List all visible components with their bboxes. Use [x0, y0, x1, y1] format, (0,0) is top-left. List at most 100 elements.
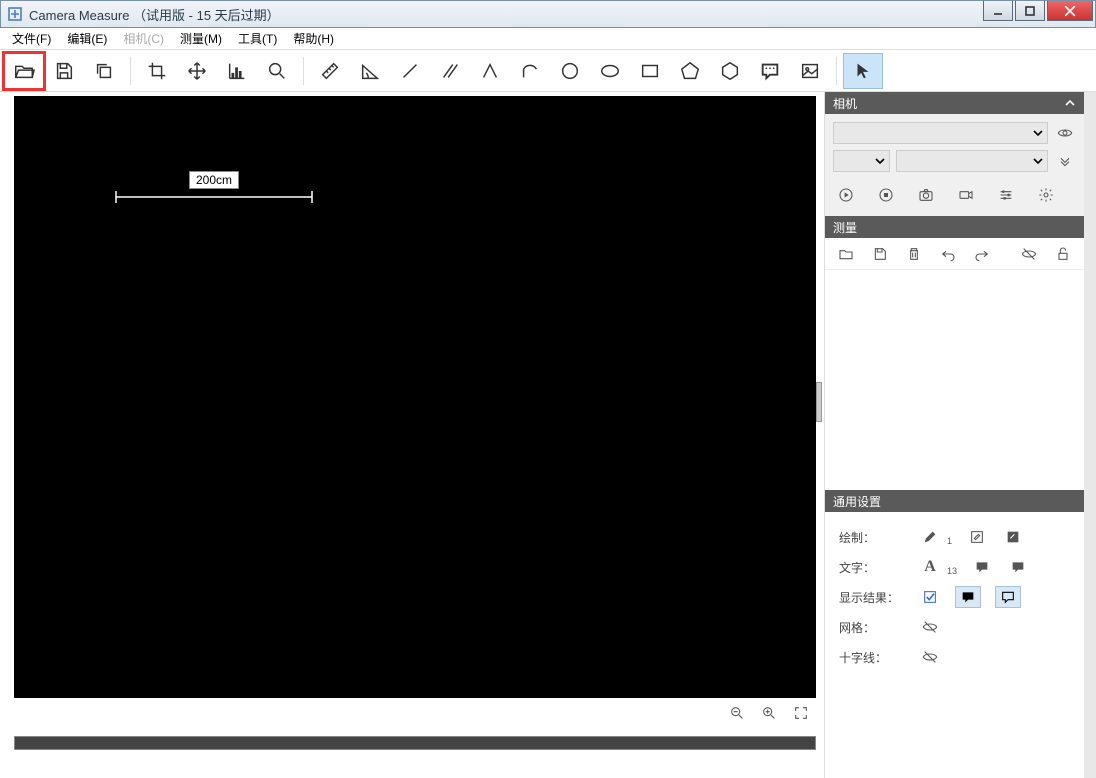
show-result-label: 显示结果： [839, 589, 919, 606]
measure-redo-button[interactable] [971, 243, 993, 265]
zoom-out-button[interactable] [726, 702, 748, 724]
sidebar-collapse-handle[interactable] [816, 382, 822, 422]
measure-save-button[interactable] [869, 243, 891, 265]
text-bubble-button[interactable] [971, 556, 993, 578]
show-result-checkbox[interactable] [919, 586, 941, 608]
measure-unlock-button[interactable] [1052, 243, 1074, 265]
canvas-zoom-controls [726, 702, 812, 724]
settings-button[interactable] [1035, 184, 1057, 206]
ruler-button[interactable] [310, 53, 350, 89]
rectangle-button[interactable] [630, 53, 670, 89]
visibility-button[interactable] [1054, 122, 1076, 144]
histogram-button[interactable] [217, 53, 257, 89]
angle-button[interactable] [350, 53, 390, 89]
menu-tools[interactable]: 工具(T) [230, 28, 285, 49]
pentagon-button[interactable] [670, 53, 710, 89]
draw-size-value: 1 [947, 536, 952, 546]
measure-toolbar [825, 238, 1084, 270]
measure-panel-title: 测量 [833, 219, 857, 236]
measurement-label: 200cm [189, 171, 239, 189]
crosshair-label: 十字线： [839, 649, 919, 666]
menu-camera[interactable]: 相机(C) [115, 28, 172, 49]
sidebar: 相机 测量 [824, 92, 1084, 778]
fullscreen-button[interactable] [790, 702, 812, 724]
main-area: 200cm 相机 [0, 92, 1096, 778]
maximize-button[interactable] [1015, 1, 1045, 21]
settings-panel-title: 通用设置 [833, 493, 881, 510]
line-button[interactable] [390, 53, 430, 89]
canvas-area: 200cm [0, 92, 824, 778]
menu-help[interactable]: 帮助(H) [285, 28, 342, 49]
app-icon [7, 6, 23, 22]
ellipse-button[interactable] [590, 53, 630, 89]
menubar: 文件(F) 编辑(E) 相机(C) 测量(M) 工具(T) 帮助(H) [0, 28, 1096, 50]
camera-panel-header[interactable]: 相机 [825, 92, 1084, 114]
close-button[interactable] [1047, 1, 1093, 21]
measure-hide-button[interactable] [1018, 243, 1040, 265]
arc-button[interactable] [510, 53, 550, 89]
camera-resolution-select[interactable] [896, 150, 1048, 172]
draw-label: 绘制： [839, 529, 919, 546]
result-bubble-outline-button[interactable] [995, 586, 1021, 608]
measurement-annotation[interactable]: 200cm [114, 171, 314, 205]
snapshot-button[interactable] [915, 184, 937, 206]
draw-contrast-button[interactable] [1002, 526, 1024, 548]
measurement-line-icon [114, 189, 314, 205]
save-button[interactable] [44, 53, 84, 89]
font-button[interactable]: A [919, 556, 941, 578]
draw-edit-button[interactable] [966, 526, 988, 548]
expand-down-button[interactable] [1054, 150, 1076, 172]
grid-toggle-button[interactable] [919, 616, 941, 638]
separator [303, 57, 304, 85]
polyline-button[interactable] [470, 53, 510, 89]
measure-undo-button[interactable] [937, 243, 959, 265]
draw-pen-button[interactable] [919, 526, 941, 548]
measure-panel-header[interactable]: 测量 [825, 216, 1084, 238]
separator [130, 57, 131, 85]
zoom-in-button[interactable] [758, 702, 780, 724]
stop-button[interactable] [875, 184, 897, 206]
sidebar-scrollbar[interactable] [1084, 92, 1096, 778]
grid-label: 网格： [839, 619, 919, 636]
menu-edit[interactable]: 编辑(E) [59, 28, 115, 49]
camera-mode-select[interactable] [833, 150, 890, 172]
parallel-lines-button[interactable] [430, 53, 470, 89]
titlebar: Camera Measure （试用版 - 15 天后过期） [0, 0, 1096, 28]
measure-list[interactable] [825, 270, 1084, 490]
font-size-value: 13 [947, 566, 957, 576]
main-toolbar [0, 50, 1096, 92]
image-button[interactable] [790, 53, 830, 89]
camera-select[interactable] [833, 122, 1048, 144]
pointer-button[interactable] [843, 53, 883, 89]
move-button[interactable] [177, 53, 217, 89]
text-label: 文字： [839, 559, 919, 576]
result-bubble-filled-button[interactable] [955, 586, 981, 608]
camera-panel-title: 相机 [833, 95, 857, 112]
measure-delete-button[interactable] [903, 243, 925, 265]
horizontal-scrollbar[interactable] [14, 736, 816, 750]
play-button[interactable] [835, 184, 857, 206]
measure-panel-body [825, 238, 1084, 490]
menu-measure[interactable]: 测量(M) [172, 28, 230, 49]
record-button[interactable] [955, 184, 977, 206]
comment-button[interactable] [750, 53, 790, 89]
copy-button[interactable] [84, 53, 124, 89]
menu-file[interactable]: 文件(F) [4, 28, 59, 49]
chevron-up-icon [1064, 97, 1076, 109]
window-controls [983, 1, 1093, 21]
measure-open-button[interactable] [835, 243, 857, 265]
camera-panel-body [825, 114, 1084, 216]
crosshair-toggle-button[interactable] [919, 646, 941, 668]
text-bubble-outline-button[interactable] [1007, 556, 1029, 578]
window-title: Camera Measure （试用版 - 15 天后过期） [29, 5, 280, 24]
separator [836, 57, 837, 85]
minimize-button[interactable] [983, 1, 1013, 21]
crop-button[interactable] [137, 53, 177, 89]
canvas[interactable]: 200cm [14, 96, 816, 698]
open-file-button[interactable] [4, 53, 44, 89]
circle-button[interactable] [550, 53, 590, 89]
settings-panel-header[interactable]: 通用设置 [825, 490, 1084, 512]
adjust-button[interactable] [995, 184, 1017, 206]
zoom-button[interactable] [257, 53, 297, 89]
polygon-button[interactable] [710, 53, 750, 89]
